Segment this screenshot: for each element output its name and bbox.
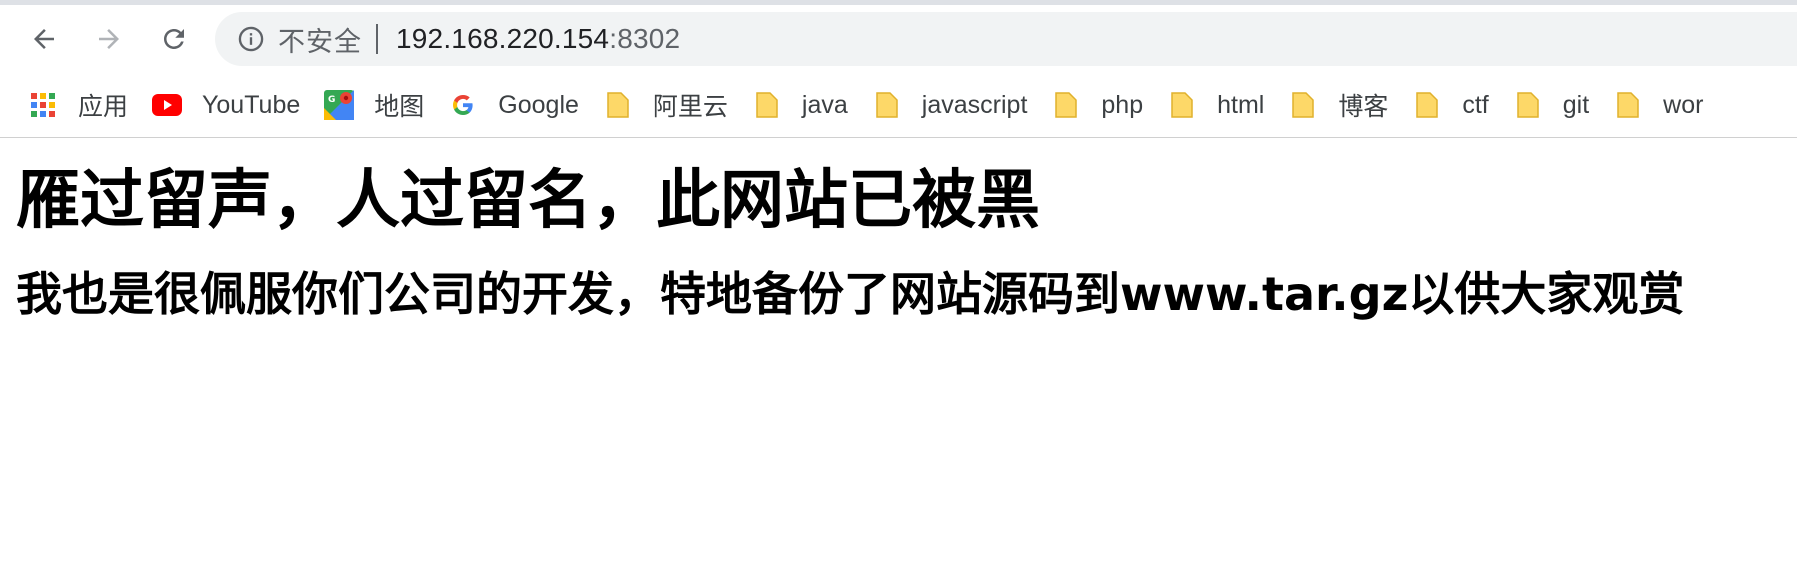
page-heading: 雁过留声，人过留名，此网站已被黑 (16, 164, 1040, 238)
maps-icon: G (324, 90, 355, 120)
bookmark-folder[interactable]: wor (1601, 83, 1715, 127)
arrow-right-icon (99, 29, 119, 49)
bookmark-label: wor (1663, 90, 1704, 119)
folder-icon (1613, 90, 1643, 120)
bookmark-folder[interactable]: javascript (860, 83, 1040, 127)
bookmarks-bar: 应用 YouTube G 地图 Google 阿里云 java javascri… (0, 73, 1797, 138)
bookmark-label: javascript (921, 90, 1028, 119)
bookmark-folder[interactable]: 博客 (1276, 83, 1400, 127)
info-circle-icon[interactable] (236, 24, 266, 54)
reload-button[interactable] (152, 17, 196, 61)
security-status-label[interactable]: 不安全 (278, 20, 362, 59)
bookmark-maps[interactable]: G 地图 (312, 83, 436, 127)
omnibox-divider (376, 24, 378, 54)
forward-button[interactable] (87, 17, 131, 61)
bookmark-youtube[interactable]: YouTube (140, 83, 312, 127)
bookmark-folder[interactable]: git (1501, 83, 1601, 127)
bookmark-label: java (801, 90, 848, 119)
bookmark-label: html (1217, 90, 1265, 119)
folder-icon (1167, 90, 1197, 120)
bookmark-folder[interactable]: java (740, 83, 860, 127)
bookmark-apps[interactable]: 应用 (16, 83, 140, 127)
folder-icon (1051, 90, 1081, 120)
url-host: 192.168.220.154 (396, 23, 610, 54)
bookmark-label: ctf (1462, 90, 1489, 119)
folder-icon (1412, 90, 1442, 120)
address-bar[interactable]: 不安全 192.168.220.154:8302 (215, 12, 1797, 66)
bookmark-label: Google (498, 90, 579, 119)
bookmark-folder[interactable]: ctf (1400, 83, 1500, 127)
bookmark-google[interactable]: Google (436, 83, 591, 127)
bookmark-folder[interactable]: php (1039, 83, 1155, 127)
url-text[interactable]: 192.168.220.154:8302 (396, 23, 680, 55)
bookmark-label: 阿里云 (652, 93, 728, 121)
reload-icon (164, 29, 184, 49)
bookmark-label: 博客 (1338, 93, 1389, 121)
folder-icon (752, 90, 782, 120)
bookmark-folder[interactable]: 阿里云 (591, 83, 740, 127)
browser-toolbar: 不安全 192.168.220.154:8302 (0, 5, 1797, 73)
back-button[interactable] (22, 17, 66, 61)
folder-icon (1513, 90, 1543, 120)
page-subheading: 我也是很佩服你们公司的开发，特地备份了网站源码到www.tar.gz以供大家观赏 (16, 267, 1685, 321)
svg-text:G: G (328, 95, 335, 105)
folder-icon (872, 90, 902, 120)
bookmark-folder[interactable]: html (1155, 83, 1276, 127)
bookmark-label: php (1101, 90, 1144, 119)
google-icon (448, 90, 478, 120)
page-content: 雁过留声，人过留名，此网站已被黑 我也是很佩服你们公司的开发，特地备份了网站源码… (0, 158, 1797, 324)
bookmark-label: 应用 (78, 93, 129, 121)
youtube-icon (152, 90, 183, 120)
bookmark-label: git (1562, 90, 1590, 119)
folder-icon (1288, 90, 1318, 120)
bookmark-label: 地图 (374, 93, 425, 121)
apps-grid-icon (28, 90, 58, 120)
url-port: :8302 (609, 23, 681, 54)
arrow-left-icon (34, 29, 54, 49)
bookmark-label: YouTube (202, 90, 301, 119)
folder-icon (603, 90, 633, 120)
